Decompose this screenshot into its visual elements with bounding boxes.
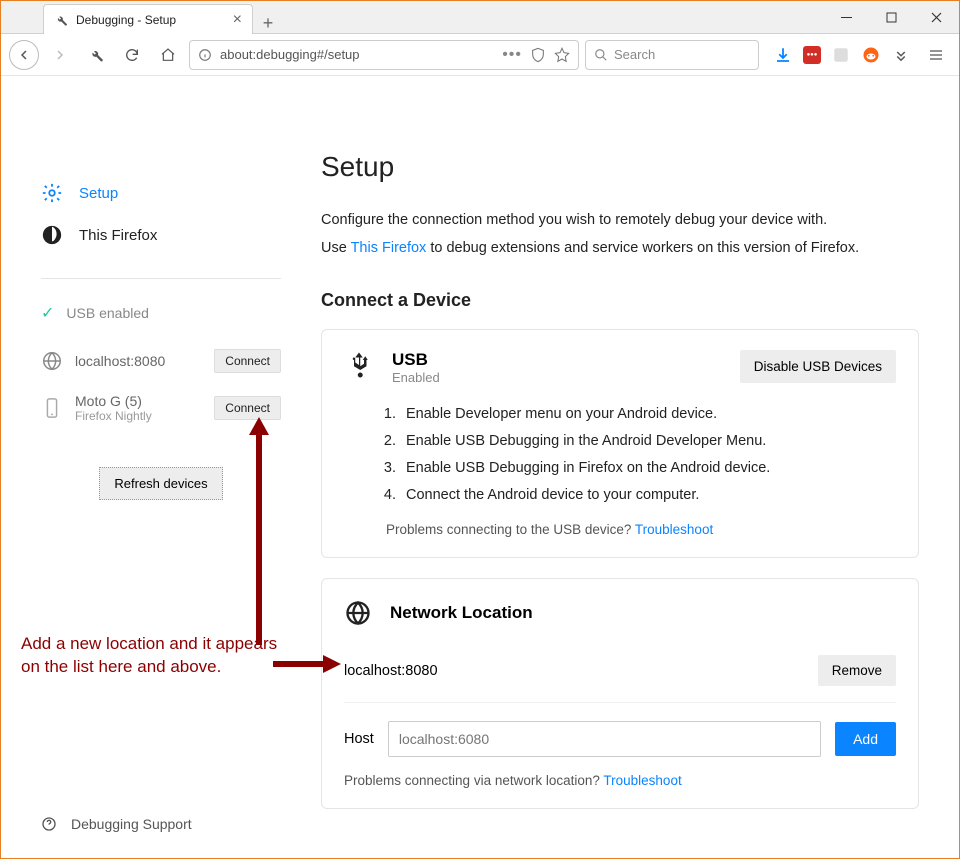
new-tab-button[interactable]: + <box>253 13 283 34</box>
usb-steps: Enable Developer menu on your Android de… <box>400 401 896 508</box>
url-bar[interactable]: about:debugging#/setup ••• <box>189 40 579 70</box>
shield-icon[interactable] <box>530 47 546 63</box>
star-icon[interactable] <box>554 47 570 63</box>
overflow-icon[interactable] <box>891 45 911 65</box>
gear-icon <box>41 182 63 204</box>
tab-title: Debugging - Setup <box>76 13 176 27</box>
phone-icon <box>41 397 63 419</box>
maximize-button[interactable] <box>869 1 914 33</box>
moto-sublabel: Firefox Nightly <box>75 409 152 423</box>
dev-button[interactable] <box>81 40 111 70</box>
download-icon[interactable] <box>773 45 793 65</box>
wrench-icon <box>54 13 68 27</box>
page-actions-icon[interactable]: ••• <box>502 46 522 64</box>
host-row: Host Add <box>344 721 896 757</box>
usb-card: USB Enabled Disable USB Devices Enable D… <box>321 329 919 558</box>
minimize-button[interactable] <box>824 1 869 33</box>
home-button[interactable] <box>153 40 183 70</box>
add-location-button[interactable]: Add <box>835 722 896 756</box>
usb-status: ✓ USB enabled <box>41 297 281 339</box>
tab-strip: Debugging - Setup × + <box>43 3 283 34</box>
help-icon <box>41 816 57 832</box>
usb-status-label: USB enabled <box>66 305 149 321</box>
sidebar-item-setup[interactable]: Setup <box>41 172 281 214</box>
divider <box>41 278 281 279</box>
network-problems: Problems connecting via network location… <box>344 773 896 788</box>
sidebar-setup-label: Setup <box>79 185 118 202</box>
url-text: about:debugging#/setup <box>220 47 360 62</box>
network-troubleshoot-link[interactable]: Troubleshoot <box>603 773 681 788</box>
connect-localhost-button[interactable]: Connect <box>214 349 281 373</box>
close-icon[interactable]: × <box>233 11 242 29</box>
usb-subtitle: Enabled <box>392 370 440 385</box>
usb-troubleshoot-link[interactable]: Troubleshoot <box>635 522 713 537</box>
usb-step: Enable Developer menu on your Android de… <box>400 401 896 428</box>
usb-step: Connect the Android device to your compu… <box>400 482 896 509</box>
globe-icon <box>41 350 63 372</box>
window-titlebar: Debugging - Setup × + <box>1 1 959 34</box>
refresh-devices-button[interactable]: Refresh devices <box>99 467 222 500</box>
disable-usb-button[interactable]: Disable USB Devices <box>740 350 896 383</box>
globe-icon <box>344 599 372 627</box>
reddit-icon[interactable] <box>861 45 881 65</box>
network-title: Network Location <box>390 603 533 623</box>
menu-button[interactable] <box>921 40 951 70</box>
search-icon <box>594 48 608 62</box>
check-icon: ✓ <box>41 303 54 323</box>
info-icon <box>198 48 212 62</box>
back-button[interactable] <box>9 40 39 70</box>
annotation-text: Add a new location and it appears on the… <box>21 633 281 679</box>
moto-label: Moto G (5) <box>75 393 142 409</box>
location-label: localhost:8080 <box>344 663 438 679</box>
usb-step: Enable USB Debugging in the Android Deve… <box>400 428 896 455</box>
browser-toolbar: about:debugging#/setup ••• Search ●●● <box>1 34 959 76</box>
search-placeholder: Search <box>614 47 655 62</box>
connect-heading: Connect a Device <box>321 290 919 311</box>
this-firefox-link[interactable]: This Firefox <box>351 240 427 256</box>
debugging-support[interactable]: Debugging Support <box>41 816 192 832</box>
sidebar-item-this-firefox[interactable]: This Firefox <box>41 214 281 256</box>
close-window-button[interactable] <box>914 1 959 33</box>
sidebar-firefox-label: This Firefox <box>79 227 157 244</box>
network-card: Network Location localhost:8080 Remove H… <box>321 578 919 809</box>
toolbar-extensions: ●●● <box>773 45 911 65</box>
reload-button[interactable] <box>117 40 147 70</box>
usb-title: USB <box>392 350 440 370</box>
device-row-localhost: localhost:8080 Connect <box>41 339 281 383</box>
firefox-icon <box>41 224 63 246</box>
page-title: Setup <box>321 151 919 183</box>
lastpass-icon[interactable]: ●●● <box>803 46 821 64</box>
connect-moto-button[interactable]: Connect <box>214 396 281 420</box>
search-bar[interactable]: Search <box>585 40 759 70</box>
main-content: Setup Configure the connection method yo… <box>321 77 959 858</box>
host-input[interactable] <box>388 721 821 757</box>
remove-location-button[interactable]: Remove <box>818 655 896 686</box>
extension-icon[interactable] <box>831 45 851 65</box>
forward-button[interactable] <box>45 40 75 70</box>
usb-problems: Problems connecting to the USB device? T… <box>386 522 896 537</box>
intro-text: Configure the connection method you wish… <box>321 207 919 262</box>
usb-step: Enable USB Debugging in Firefox on the A… <box>400 455 896 482</box>
localhost-label: localhost:8080 <box>75 353 165 369</box>
browser-tab[interactable]: Debugging - Setup × <box>43 4 253 34</box>
support-label: Debugging Support <box>71 816 192 832</box>
sidebar: Setup This Firefox ✓ USB enabled localho… <box>1 77 321 858</box>
device-row-moto: Moto G (5) Firefox Nightly Connect <box>41 383 281 433</box>
usb-icon <box>344 350 374 380</box>
location-row: localhost:8080 Remove <box>344 645 896 703</box>
page-content: Setup This Firefox ✓ USB enabled localho… <box>1 77 959 858</box>
host-label: Host <box>344 731 374 747</box>
